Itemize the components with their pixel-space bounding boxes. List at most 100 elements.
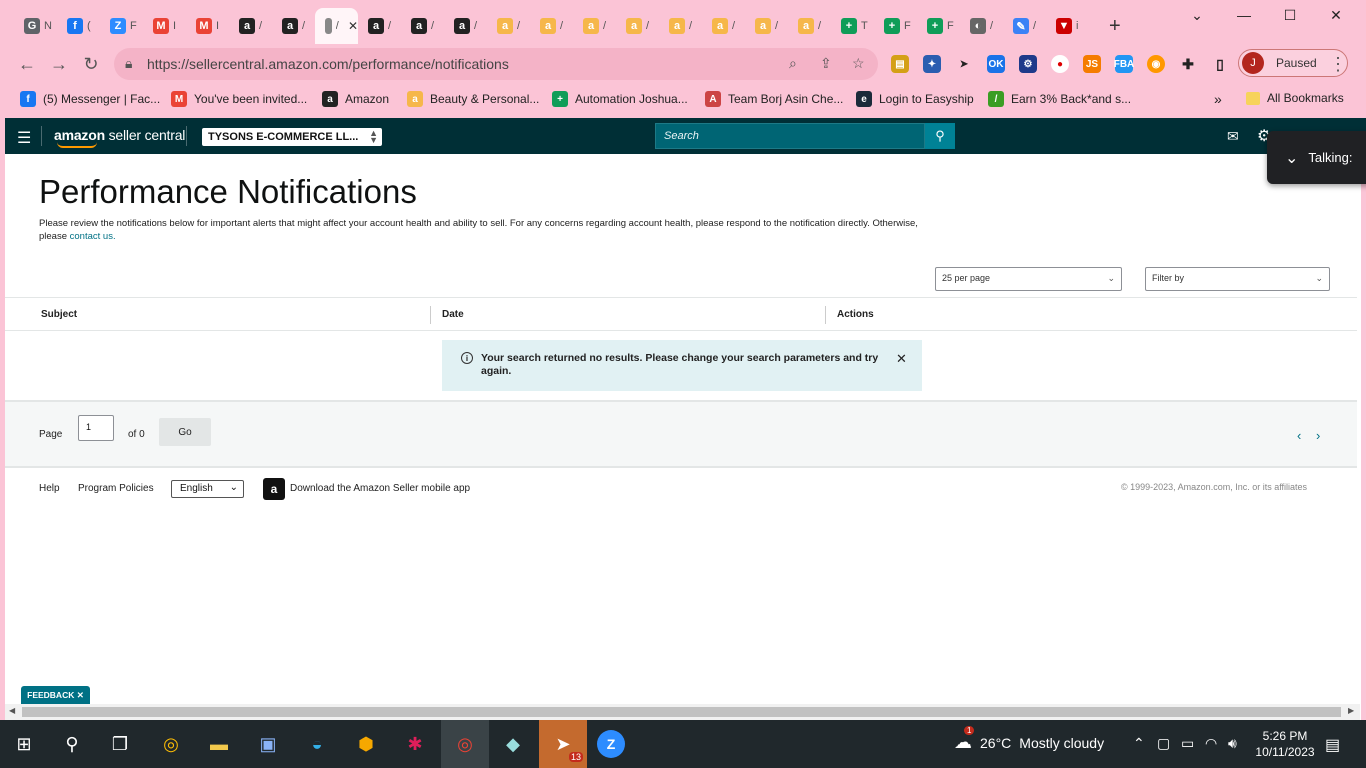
browser-tab[interactable]: MI xyxy=(186,8,229,44)
vpn-shield-icon[interactable]: ⬢ xyxy=(352,730,380,758)
browser-tab[interactable]: a / xyxy=(573,8,616,44)
filter-select[interactable]: Filter by ⌄ xyxy=(1145,267,1330,291)
extension-icon[interactable]: ● xyxy=(1051,55,1069,73)
column-subject[interactable]: Subject xyxy=(41,309,77,320)
help-link[interactable]: Help xyxy=(39,483,60,494)
browser-tab[interactable]: ▼ i xyxy=(1046,8,1089,44)
bookmarks-overflow-button[interactable]: » xyxy=(1214,91,1222,107)
bookmark-item[interactable]: f (5) Messenger | Fac... xyxy=(20,91,160,107)
notifications-icon[interactable]: ▤ xyxy=(1325,735,1340,755)
browser-tab[interactable]: MI xyxy=(143,8,186,44)
new-tab-button[interactable]: + xyxy=(1099,8,1121,44)
store-selector[interactable]: TYSONS E-COMMERCE LL... ▲ ▼ xyxy=(202,128,382,146)
feedback-button[interactable]: FEEDBACK ✕ xyxy=(21,686,90,704)
volume-icon[interactable]: 🔊︎ xyxy=(1228,735,1237,752)
column-date[interactable]: Date xyxy=(442,309,464,320)
lock-icon[interactable]: 🔒︎ xyxy=(125,55,132,72)
horizontal-scrollbar[interactable]: ◀ ▶ xyxy=(5,704,1360,720)
wifi-icon[interactable]: ◠ xyxy=(1205,735,1217,752)
amazon-seller-central-logo[interactable]: amazon seller central xyxy=(54,127,185,148)
weather-widget[interactable]: ☁ 1 26°C Mostly cloudy xyxy=(954,726,1104,753)
browser-tab[interactable]: a / xyxy=(702,8,745,44)
bookmark-item[interactable]: a Amazon xyxy=(322,91,389,107)
browser-tab[interactable]: ZF xyxy=(100,8,143,44)
battery-icon[interactable]: ▭ xyxy=(1181,735,1194,752)
go-button[interactable]: Go xyxy=(159,418,211,446)
zoom-icon[interactable]: ⌕ xyxy=(789,55,797,72)
share-icon[interactable]: ⇪ xyxy=(820,55,832,72)
browser-tab[interactable]: a / xyxy=(444,8,487,44)
close-icon[interactable]: ✕ xyxy=(77,690,84,701)
browser-tab[interactable]: a / xyxy=(401,8,444,44)
zoom-app-icon[interactable]: Z xyxy=(597,730,625,758)
tab-search-button[interactable]: ⌄ xyxy=(1174,0,1220,30)
scrollbar-thumb[interactable] xyxy=(22,707,1341,717)
edge-icon[interactable]: ◒ xyxy=(303,730,331,758)
network-app-icon[interactable]: ▣ xyxy=(254,730,282,758)
minimize-button[interactable]: — xyxy=(1221,0,1267,30)
bookmark-item[interactable]: + Automation Joshua... xyxy=(552,91,688,107)
windows-start-icon[interactable]: ⊞ xyxy=(10,730,38,758)
all-bookmarks-button[interactable]: All Bookmarks xyxy=(1246,91,1344,105)
browser-tab[interactable]: f( xyxy=(57,8,100,44)
browser-tab[interactable]: a / xyxy=(229,8,272,44)
extension-icon[interactable]: ◉ xyxy=(1147,55,1165,73)
chevron-up-icon[interactable]: ⌃ xyxy=(1133,735,1145,752)
contact-us-link[interactable]: contact us. xyxy=(70,231,116,242)
extension-icon[interactable]: ⚙ xyxy=(1019,55,1037,73)
amazon-app-icon[interactable]: a xyxy=(263,478,285,500)
chevron-right-icon[interactable]: › xyxy=(1316,428,1320,443)
extension-icon[interactable]: ▤ xyxy=(891,55,909,73)
task-view-icon[interactable]: ❐ xyxy=(106,730,134,758)
browser-tab[interactable]: ◐ / xyxy=(960,8,1003,44)
scroll-right-icon[interactable]: ▶ xyxy=(1348,706,1354,715)
chevron-left-icon[interactable]: ‹ xyxy=(1297,428,1301,443)
back-arrow-icon[interactable]: ← xyxy=(14,51,40,77)
search-input[interactable]: Search xyxy=(655,123,925,149)
browser-tab[interactable]: ✎ / xyxy=(1003,8,1046,44)
telegram-icon[interactable]: ➤ 13 xyxy=(549,730,583,762)
browser-tab[interactable]: + F xyxy=(917,8,960,44)
browser-tab[interactable]: / ✕ xyxy=(315,8,358,44)
side-panel-icon[interactable]: ▯ xyxy=(1211,55,1229,73)
bookmark-item[interactable]: M You've been invited... xyxy=(171,91,307,107)
close-window-button[interactable]: ✕ xyxy=(1313,0,1359,30)
per-page-select[interactable]: 25 per page ⌄ xyxy=(935,267,1122,291)
bookmark-item[interactable]: a Beauty & Personal... xyxy=(407,91,539,107)
scroll-left-icon[interactable]: ◀ xyxy=(9,706,15,715)
puzzle-icon[interactable]: ✚ xyxy=(1179,55,1197,73)
address-bar[interactable]: 🔒︎ https://sellercentral.amazon.com/perf… xyxy=(114,48,878,80)
browser-tab[interactable]: GN xyxy=(14,8,57,44)
browser-tab[interactable]: a / xyxy=(530,8,573,44)
search-icon[interactable]: ⚲ xyxy=(58,730,86,758)
mail-icon[interactable]: ✉ xyxy=(1227,128,1239,145)
meet-now-icon[interactable]: ▢ xyxy=(1157,735,1170,752)
reload-icon[interactable]: ↻ xyxy=(78,51,104,77)
language-select[interactable]: English ⌄ xyxy=(171,480,244,498)
forward-arrow-icon[interactable]: → xyxy=(46,51,72,77)
browser-tab[interactable]: a / xyxy=(745,8,788,44)
chrome-icon[interactable]: ◎ xyxy=(157,730,185,758)
browser-tab[interactable]: a / xyxy=(616,8,659,44)
hamburger-menu-icon[interactable]: ☰ xyxy=(17,128,31,148)
slack-icon[interactable]: ✱ xyxy=(401,730,429,758)
tab-close-icon[interactable]: ✕ xyxy=(348,19,358,33)
file-explorer-icon[interactable]: ▬ xyxy=(205,730,233,758)
clock[interactable]: 5:26 PM 10/11/2023 xyxy=(1250,728,1320,760)
program-policies-link[interactable]: Program Policies xyxy=(78,483,154,494)
page-number-input[interactable]: 1 xyxy=(78,415,114,441)
maximize-button[interactable]: ☐ xyxy=(1267,0,1313,30)
browser-tab[interactable]: a / xyxy=(788,8,831,44)
browser-tab[interactable]: a / xyxy=(487,8,530,44)
browser-tab[interactable]: a / xyxy=(659,8,702,44)
browser-tab[interactable]: + T xyxy=(831,8,874,44)
extension-icon[interactable]: OK xyxy=(987,55,1005,73)
close-icon[interactable]: ✕ xyxy=(896,351,907,367)
bookmark-item[interactable]: A Team Borj Asin Che... xyxy=(705,91,843,107)
extension-icon[interactable]: FBA xyxy=(1114,55,1134,73)
bookmark-item[interactable]: e Login to Easyship xyxy=(856,91,974,107)
url-text[interactable]: https://sellercentral.amazon.com/perform… xyxy=(147,56,509,72)
bookmark-star-icon[interactable]: ☆ xyxy=(852,55,865,72)
talking-popup[interactable]: ⌄ Talking: xyxy=(1267,131,1366,184)
download-app-link[interactable]: Download the Amazon Seller mobile app xyxy=(290,483,470,494)
